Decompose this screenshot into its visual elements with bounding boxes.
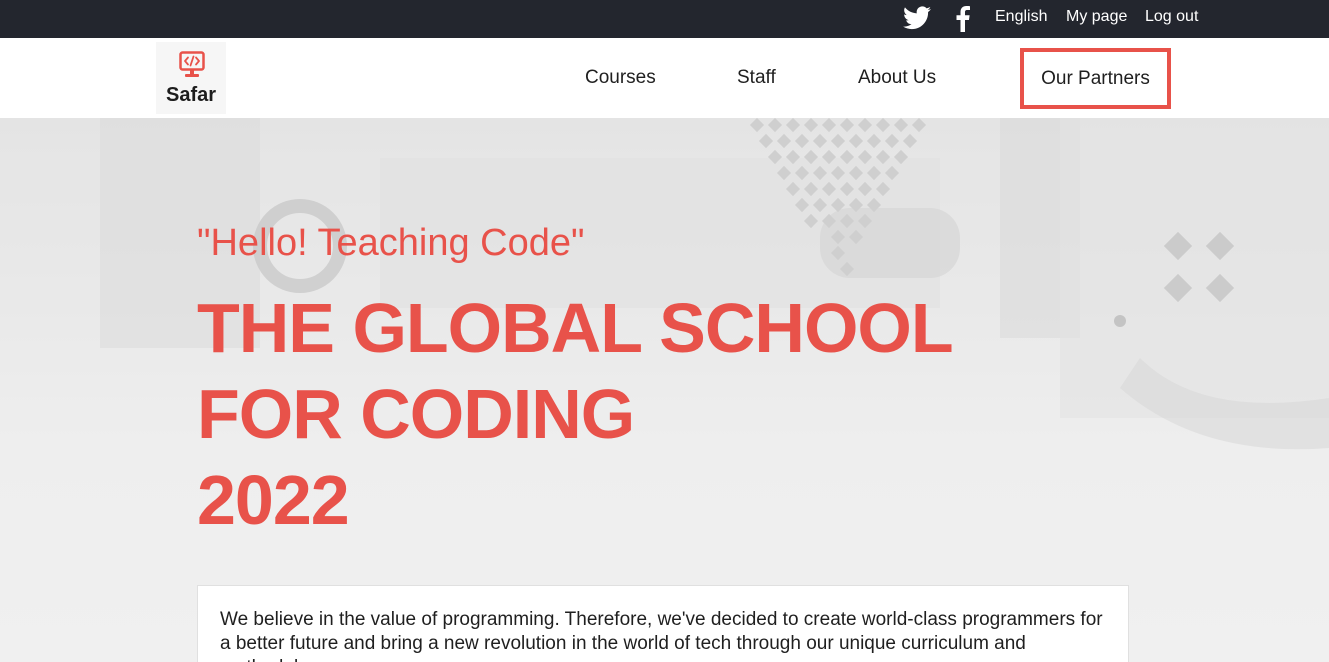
my-page-link[interactable]: My page bbox=[1066, 8, 1127, 26]
intro-text: We believe in the value of programming. … bbox=[220, 609, 1103, 662]
nav-about-us[interactable]: About Us bbox=[858, 67, 936, 89]
logo-wordmark: Safar bbox=[165, 84, 217, 106]
top-utility-bar: English My page Log out bbox=[0, 0, 1329, 38]
nav-staff[interactable]: Staff bbox=[737, 67, 776, 89]
hero-headline-line-2: FOR CODING bbox=[197, 375, 635, 453]
twitter-icon[interactable] bbox=[903, 6, 931, 30]
nav-our-partners[interactable]: Our Partners bbox=[1020, 48, 1171, 109]
language-selector[interactable]: English bbox=[995, 8, 1047, 26]
intro-card: We believe in the value of programming. … bbox=[197, 585, 1129, 662]
hero-headline-line-3: 2022 bbox=[197, 461, 350, 539]
hero-headline-line-1: THE GLOBAL SCHOOL bbox=[197, 289, 954, 367]
site-logo[interactable]: Safar bbox=[156, 42, 226, 114]
hero-section: "Hello! Teaching Code" THE GLOBAL SCHOOL… bbox=[0, 118, 1329, 662]
main-navbar: Safar Courses Staff About Us Our Partner… bbox=[0, 38, 1329, 118]
log-out-link[interactable]: Log out bbox=[1145, 8, 1198, 26]
facebook-icon[interactable] bbox=[952, 6, 974, 32]
code-monitor-icon bbox=[179, 51, 205, 77]
hero-tagline: "Hello! Teaching Code" bbox=[197, 222, 585, 264]
nav-courses[interactable]: Courses bbox=[585, 67, 656, 89]
nav-our-partners-label: Our Partners bbox=[1041, 67, 1150, 89]
